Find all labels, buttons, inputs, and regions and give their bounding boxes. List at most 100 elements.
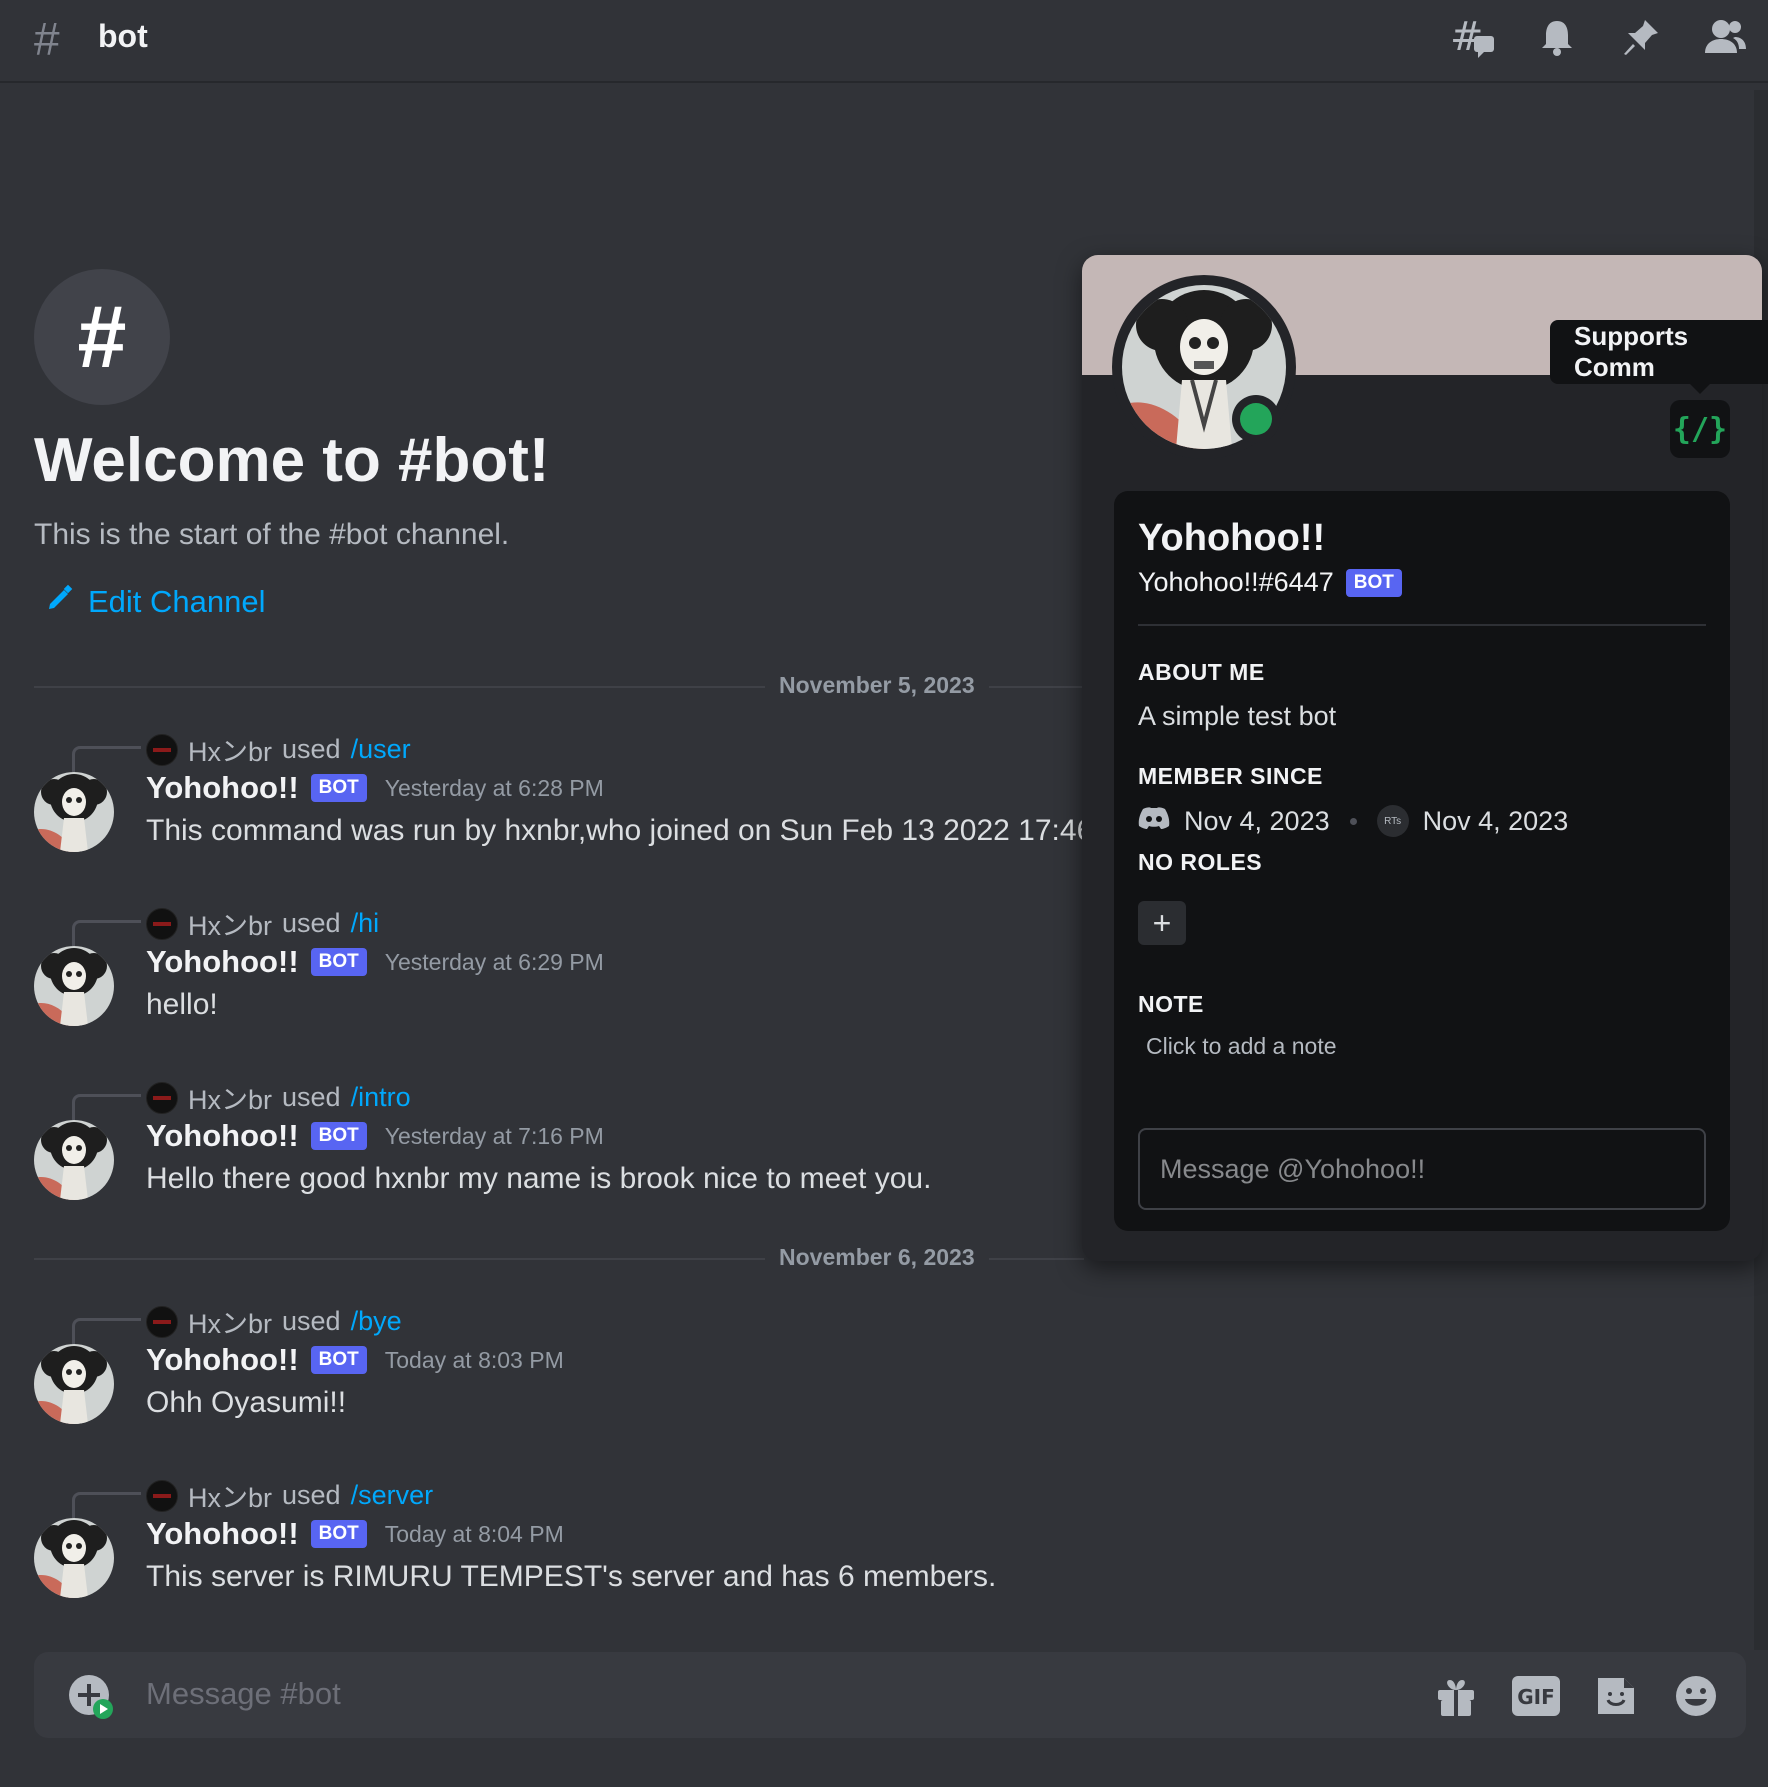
composer-buttons: GIF [1432,1672,1720,1720]
pin-icon[interactable] [1618,14,1664,60]
member-since-heading: MEMBER SINCE [1138,763,1323,789]
add-role-button[interactable]: + [1138,901,1186,945]
command-reply[interactable]: Hxンbr used/hi [146,904,379,943]
date-divider-label: November 6, 2023 [765,1244,989,1271]
members-icon[interactable] [1702,14,1748,60]
message-timestamp: Today at 8:04 PM [384,1520,564,1547]
threads-icon[interactable]: # [1450,14,1496,60]
user-avatar-mini [146,907,178,940]
roles-heading: NO ROLES [1138,849,1263,875]
gif-icon[interactable]: GIF [1512,1672,1560,1720]
command-user: Hxンbr [188,737,273,767]
edit-channel-label: Edit Channel [88,584,266,619]
command-reply[interactable]: Hxンbr used/user [146,730,411,769]
user-avatar-mini [146,733,178,766]
message[interactable]: Hxンbr used/intro Yohohoo!! BOT Yesterday at … [0,1068,1090,1238]
user-profile-popout: {/} Yohohoo!! Yohohoo!!#6447 BOT ABOUT M… [1082,255,1762,1261]
message-timestamp: Yesterday at 6:29 PM [384,948,604,975]
command-used-text: used [282,734,341,764]
command-name[interactable]: /intro [351,1082,411,1113]
channel-header: # bot # [0,0,1768,83]
separator-dot [1349,817,1357,825]
message-content: Ohh Oyasumi!! [146,1386,347,1419]
message-input[interactable]: Message #bot [146,1676,341,1712]
edit-channel-link[interactable]: Edit Channel [46,584,266,620]
welcome-title: Welcome to #bot! [34,426,550,495]
discord-logo-icon [1138,806,1170,837]
message-header: Yohohoo!! BOT Yesterday at 7:16 PM [146,1118,604,1154]
bot-badge: BOT [310,774,367,802]
channel-hash-icon: # [34,13,60,65]
bot-badge: BOT [1345,568,1402,597]
profile-message-placeholder: Message @Yohohoo!! [1160,1154,1426,1184]
channel-hash-large-icon: # [34,269,170,405]
online-status-icon [1240,403,1272,435]
reply-connector [72,1094,141,1121]
reply-connector [72,1492,141,1519]
channel-name: bot [98,18,148,54]
upload-plus-icon[interactable] [68,1674,113,1719]
author-avatar[interactable] [34,1518,114,1598]
bot-badge: BOT [310,1122,367,1150]
tooltip: Supports Comm [1550,320,1768,384]
about-me-heading: ABOUT ME [1138,659,1265,685]
command-name[interactable]: /server [351,1480,434,1511]
message[interactable]: Hxンbr used/user Yohohoo!! BOT Yesterday at 6… [0,720,1102,890]
message[interactable]: Hxンbr used/bye Yohohoo!! BOT Today at 8:03 P… [0,1292,1090,1462]
server-icon: RTs [1376,805,1409,837]
message-composer: Message #bot GIF [34,1652,1746,1738]
message-header: Yohohoo!! BOT Today at 8:03 PM [146,1342,564,1378]
note-heading: NOTE [1138,991,1204,1017]
slash-commands-badge-icon[interactable]: {/} [1670,400,1730,458]
author-avatar[interactable] [34,1120,114,1200]
bot-badge: BOT [310,1346,367,1374]
author-avatar[interactable] [34,772,114,852]
message-timestamp: Today at 8:03 PM [384,1346,564,1373]
command-user: Hxンbr [188,911,273,941]
message[interactable]: Hxンbr used/server Yohohoo!! BOT Today at 8:0… [0,1466,1090,1636]
message[interactable]: Hxンbr used/hi Yohohoo!! BOT Yesterday at 6:2… [0,894,1090,1064]
reply-connector [72,1318,141,1345]
command-name[interactable]: /bye [351,1306,402,1337]
command-user: Hxンbr [188,1085,273,1115]
author-name[interactable]: Yohohoo!! [146,1342,299,1378]
user-avatar-mini [146,1305,178,1338]
message-header: Yohohoo!! BOT Today at 8:04 PM [146,1516,564,1552]
profile-message-input[interactable]: Message @Yohohoo!! [1138,1128,1706,1210]
message-content: This command was run by hxnbr,who joined… [146,814,1102,847]
server-member-since: Nov 4, 2023 [1422,805,1569,836]
welcome-subtitle: This is the start of the #bot channel. [34,518,510,551]
command-name[interactable]: /hi [351,908,380,939]
emoji-icon[interactable] [1672,1672,1720,1720]
reply-connector [72,746,141,773]
message-content: This server is RIMURU TEMPEST's server a… [146,1560,997,1593]
author-name[interactable]: Yohohoo!! [146,1516,299,1552]
author-name[interactable]: Yohohoo!! [146,770,299,806]
user-avatar-mini [146,1479,178,1512]
sticker-icon[interactable] [1592,1672,1640,1720]
command-reply[interactable]: Hxンbr used/bye [146,1302,402,1341]
bot-badge: BOT [310,1520,367,1548]
note-input[interactable]: Click to add a note [1146,1033,1337,1060]
user-avatar-mini [146,1081,178,1114]
tooltip-arrow [1690,384,1710,394]
discord-member-since: Nov 4, 2023 [1184,805,1330,836]
bell-icon[interactable] [1534,14,1580,60]
date-divider-label: November 5, 2023 [765,672,989,699]
message-timestamp: Yesterday at 7:16 PM [384,1122,604,1149]
message-timestamp: Yesterday at 6:28 PM [384,774,604,801]
command-name[interactable]: /user [351,734,411,765]
command-reply[interactable]: Hxンbr used/server [146,1476,433,1515]
command-used-text: used [282,1082,341,1112]
author-avatar[interactable] [34,946,114,1026]
command-used-text: used [282,1480,341,1510]
author-name[interactable]: Yohohoo!! [146,1118,299,1154]
header-toolbar: # [1450,14,1748,60]
author-avatar[interactable] [34,1344,114,1424]
member-since-row: Nov 4, 2023 RTs Nov 4, 2023 [1138,805,1568,837]
profile-username-row: Yohohoo!!#6447 BOT [1138,567,1402,598]
command-reply[interactable]: Hxンbr used/intro [146,1078,411,1117]
author-name[interactable]: Yohohoo!! [146,944,299,980]
gift-icon[interactable] [1432,1672,1480,1720]
gif-label: GIF [1517,1685,1555,1709]
